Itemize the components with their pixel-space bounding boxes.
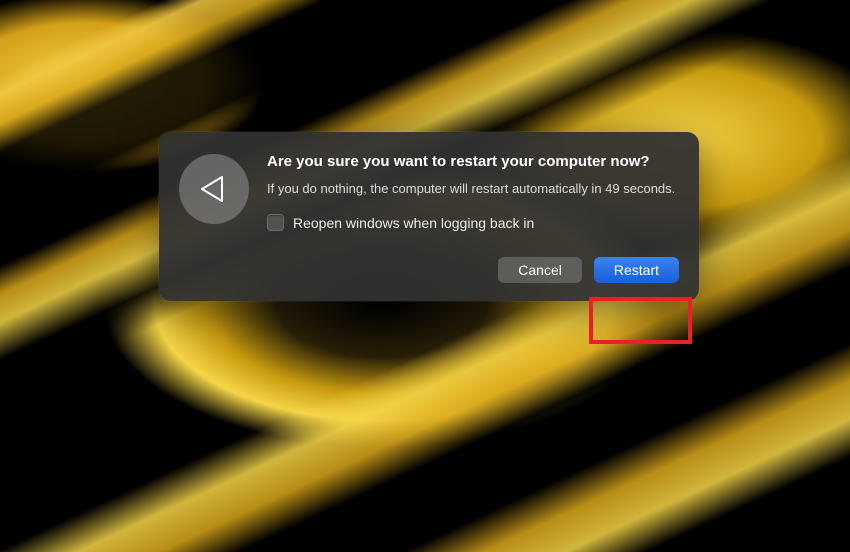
restart-confirmation-dialog: Are you sure you want to restart your co…	[159, 132, 699, 301]
restart-triangle-icon	[179, 154, 249, 224]
reopen-windows-checkbox[interactable]	[267, 214, 284, 231]
cancel-button[interactable]: Cancel	[498, 257, 582, 283]
dialog-content: Are you sure you want to restart your co…	[267, 152, 679, 283]
restart-button[interactable]: Restart	[594, 257, 679, 283]
dialog-title: Are you sure you want to restart your co…	[267, 152, 679, 172]
dialog-button-row: Cancel Restart	[267, 257, 679, 283]
triangle-left-icon	[198, 173, 230, 205]
reopen-windows-checkbox-row[interactable]: Reopen windows when logging back in	[267, 214, 679, 231]
dialog-message: If you do nothing, the computer will res…	[267, 180, 679, 198]
reopen-windows-label: Reopen windows when logging back in	[293, 215, 534, 231]
